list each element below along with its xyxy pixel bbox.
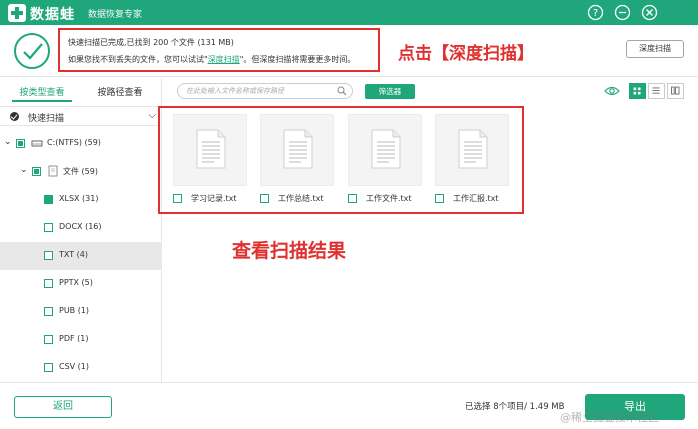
title-bar: 数据蛙 数据恢复专家 ? xyxy=(0,0,698,25)
scan-mode-label: 快速扫描 xyxy=(28,114,65,124)
tree-checkbox[interactable] xyxy=(44,279,53,288)
search-icon[interactable] xyxy=(337,86,347,96)
tab-by-path[interactable]: 按路径查看 xyxy=(90,84,150,102)
tree-item[interactable]: PUB (1) xyxy=(0,298,162,326)
eye-icon[interactable] xyxy=(604,85,620,97)
tree-checkbox[interactable] xyxy=(32,167,41,176)
back-button[interactable]: 返回 xyxy=(14,396,112,418)
tree-item-label: 文件 (59) xyxy=(63,167,98,176)
tree-checkbox[interactable] xyxy=(44,223,53,232)
tree-item[interactable]: ⌄ C:(NTFS) (59) xyxy=(0,130,162,158)
app-subtitle: 数据恢复专家 xyxy=(88,10,143,20)
deep-scan-hint-suffix: "。但深度扫描将需要更多时间。 xyxy=(239,55,356,64)
file-thumbnail[interactable] xyxy=(260,114,334,186)
text-file-icon xyxy=(196,129,226,169)
file-checkbox[interactable] xyxy=(173,194,182,203)
file-thumbnail[interactable] xyxy=(173,114,247,186)
bottom-bar: 返回 已选择 8个项目/ 1.49 MB 导出 @稀土掘金技术社区 xyxy=(0,382,698,429)
tree-checkbox[interactable] xyxy=(44,363,53,372)
tree-item-label: DOCX (16) xyxy=(59,222,102,231)
tree-item[interactable]: PDF (1) xyxy=(0,326,162,354)
expand-arrow-icon[interactable]: ⌄ xyxy=(4,137,12,147)
text-file-icon xyxy=(283,129,313,169)
file-name: 工作文件.txt xyxy=(366,194,412,203)
scan-info-panel: 快速扫描已完成,已找到 200 个文件 (131 MB) 如果您找不到丢失的文件… xyxy=(0,25,698,77)
tree-item-label: PPTX (5) xyxy=(59,278,93,287)
grid-view-icon[interactable] xyxy=(629,83,646,99)
check-dot-icon xyxy=(10,112,19,121)
drive-icon xyxy=(31,140,43,147)
file-name: 学习记录.txt xyxy=(191,194,237,203)
sidebar: 按类型查看 按路径查看 快速扫描 ⌵ ⌄ C:(NTFS) (59) ⌄ 文件 (59… xyxy=(0,78,162,382)
tree-item[interactable]: PPTX (5) xyxy=(0,270,162,298)
tree-item[interactable]: ⌄ 文件 (59) xyxy=(0,158,162,186)
file-checkbox[interactable] xyxy=(348,194,357,203)
tree-item-label: XLSX (31) xyxy=(59,194,99,203)
chevron-down-icon: ⌵ xyxy=(148,110,156,121)
detail-view-icon[interactable] xyxy=(667,83,684,99)
tree-item-label: CSV (1) xyxy=(59,362,90,371)
tree-item-label: PDF (1) xyxy=(59,334,89,343)
list-view-icon[interactable] xyxy=(648,83,665,99)
search-input[interactable] xyxy=(186,85,336,97)
deep-scan-button[interactable]: 深度扫描 xyxy=(626,40,684,58)
file-folder-icon xyxy=(48,165,58,177)
tree-item[interactable]: CSV (1) xyxy=(0,354,162,382)
text-file-icon xyxy=(371,129,401,169)
tree-item[interactable]: XLSX (31) xyxy=(0,186,162,214)
view-mode-switch xyxy=(629,83,685,99)
tree-item[interactable]: TXT (4) xyxy=(0,242,162,270)
tree-item-label: C:(NTFS) (59) xyxy=(47,138,101,147)
scan-mode-dropdown[interactable]: 快速扫描 ⌵ xyxy=(0,106,162,126)
file-thumbnail[interactable] xyxy=(348,114,422,186)
deep-scan-hint: 如果您找不到丢失的文件，您可以试试"深度扫描"。但深度扫描将需要更多时间。 xyxy=(68,54,355,65)
file-name: 工作总结.txt xyxy=(278,194,324,203)
svg-text:?: ? xyxy=(593,8,598,19)
scan-result-summary: 快速扫描已完成,已找到 200 个文件 (131 MB) xyxy=(68,38,234,47)
tree-item-label: PUB (1) xyxy=(59,306,90,315)
tree-item-label: TXT (4) xyxy=(59,250,88,259)
deep-scan-link[interactable]: 深度扫描 xyxy=(208,55,240,64)
tab-by-type[interactable]: 按类型查看 xyxy=(12,84,72,102)
file-checkbox[interactable] xyxy=(260,194,269,203)
check-circle-icon xyxy=(14,33,50,69)
text-file-icon xyxy=(458,129,488,169)
file-thumbnail[interactable] xyxy=(435,114,509,186)
question-circle-icon[interactable]: ? xyxy=(587,4,604,21)
tree-checkbox[interactable] xyxy=(44,195,53,204)
tree-checkbox[interactable] xyxy=(44,251,53,260)
tree-checkbox[interactable] xyxy=(44,307,53,316)
tree-checkbox[interactable] xyxy=(44,335,53,344)
annotation-view-results: 查看扫描结果 xyxy=(232,240,347,262)
selection-summary: 已选择 8个项目/ 1.49 MB xyxy=(465,402,565,412)
file-checkbox[interactable] xyxy=(435,194,444,203)
close-icon[interactable] xyxy=(641,4,658,21)
annotation-highlight-box xyxy=(58,28,380,72)
deep-scan-hint-prefix: 如果您找不到丢失的文件，您可以试试" xyxy=(68,55,208,64)
expand-arrow-icon[interactable]: ⌄ xyxy=(20,165,28,175)
tree-checkbox[interactable] xyxy=(16,139,25,148)
file-name: 工作汇报.txt xyxy=(453,194,499,203)
minimize-icon[interactable] xyxy=(614,4,631,21)
search-box[interactable] xyxy=(177,83,353,99)
filter-button[interactable]: 筛选器 xyxy=(365,84,415,99)
app-title: 数据蛙 xyxy=(30,7,75,23)
tree-item[interactable]: DOCX (16) xyxy=(0,214,162,242)
app-logo-icon xyxy=(8,4,26,22)
annotation-click-deep-scan: 点击【深度扫描】 xyxy=(398,44,534,64)
watermark: @稀土掘金技术社区 xyxy=(560,411,659,424)
